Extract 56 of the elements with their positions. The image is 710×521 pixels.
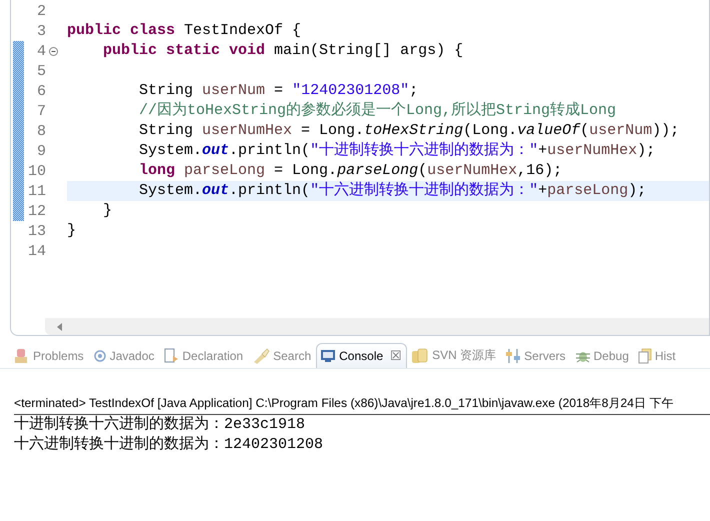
tab-label: Debug [594,348,629,362]
line-number: 2 [36,2,46,20]
view-tab[interactable]: Debug [570,342,634,368]
code-line: public static void main(String[] args) { [102,41,464,61]
code-line: //因为toHexString的参数必须是一个Long,所以把String转成Long [138,101,618,121]
line-number: 4 [24,42,46,60]
code-editor[interactable] [10,0,710,336]
problems-icon [14,348,30,364]
tab-label: Problems [33,348,84,362]
document-stack-icon [638,348,652,364]
code-line: String userNum = "12402301208"; [138,81,420,101]
at-sign-icon [92,348,107,362]
line-number: 11 [26,182,46,200]
line-number: 8 [36,122,46,140]
tab-label: Javadoc [110,348,154,362]
view-tab[interactable]: Servers [501,342,571,368]
console-output-line: 十六进制转换十进制的数据为：12402301208 [14,435,324,455]
view-tab[interactable]: Problems [10,342,89,368]
line-number: 9 [36,142,46,160]
cylinder-icon [411,348,430,364]
horizontal-scrollbar[interactable] [45,318,709,335]
sliders-icon [505,348,522,364]
tab-label: Console [339,348,384,362]
code-line: System.out.println("十进制转换十六进制的数据为："+userNumHex); [138,141,656,161]
console-header: <terminated> TestIndexOf [Java Application] C:\Program Files (x86)\Java\jre1.8.0_171\bin\javaw.exe (2018年8月24日 下午 [14,395,710,415]
scroll-left-icon[interactable] [57,322,63,330]
line-number: 6 [36,82,46,100]
close-icon[interactable]: ☒ [390,348,402,363]
monitor-icon [320,348,336,364]
line-number: 7 [36,102,46,120]
tab-label: Search [273,348,312,362]
view-tab[interactable]: Search [248,342,316,368]
tab-label: Servers [524,348,566,362]
code-line: } [67,221,78,241]
view-tab[interactable]: Console ☒ [316,342,408,368]
view-tab[interactable]: Hist [634,342,681,368]
line-number: 14 [26,242,46,260]
view-tab[interactable]: Declaration [159,342,248,368]
code-line: } [102,201,114,221]
document-icon [163,348,180,364]
code-line: long parseLong = Long.parseLong(userNumHex,16); [138,161,564,181]
tab-label: SVN 资源库 [432,347,496,364]
console-output-line: 十进制转换十六进制的数据为：2e33c1918 [14,415,306,435]
collapse-icon[interactable] [49,46,58,56]
tab-label: Hist [654,348,676,362]
line-number: 10 [26,162,46,180]
code-line: public class TestIndexOf { [67,21,302,41]
code-line: String userNumHex = Long.toHexString(Long.valueOf(userNum)); [138,121,680,141]
view-tab[interactable]: Javadoc [88,342,160,368]
line-number: 5 [36,62,46,80]
flashlight-icon [252,348,270,364]
view-tab[interactable]: SVN 资源库 [407,342,502,368]
line-number: 3 [36,22,46,40]
tab-label: Declaration [182,348,244,362]
line-number: 13 [26,222,46,240]
line-number: 12 [26,202,46,220]
